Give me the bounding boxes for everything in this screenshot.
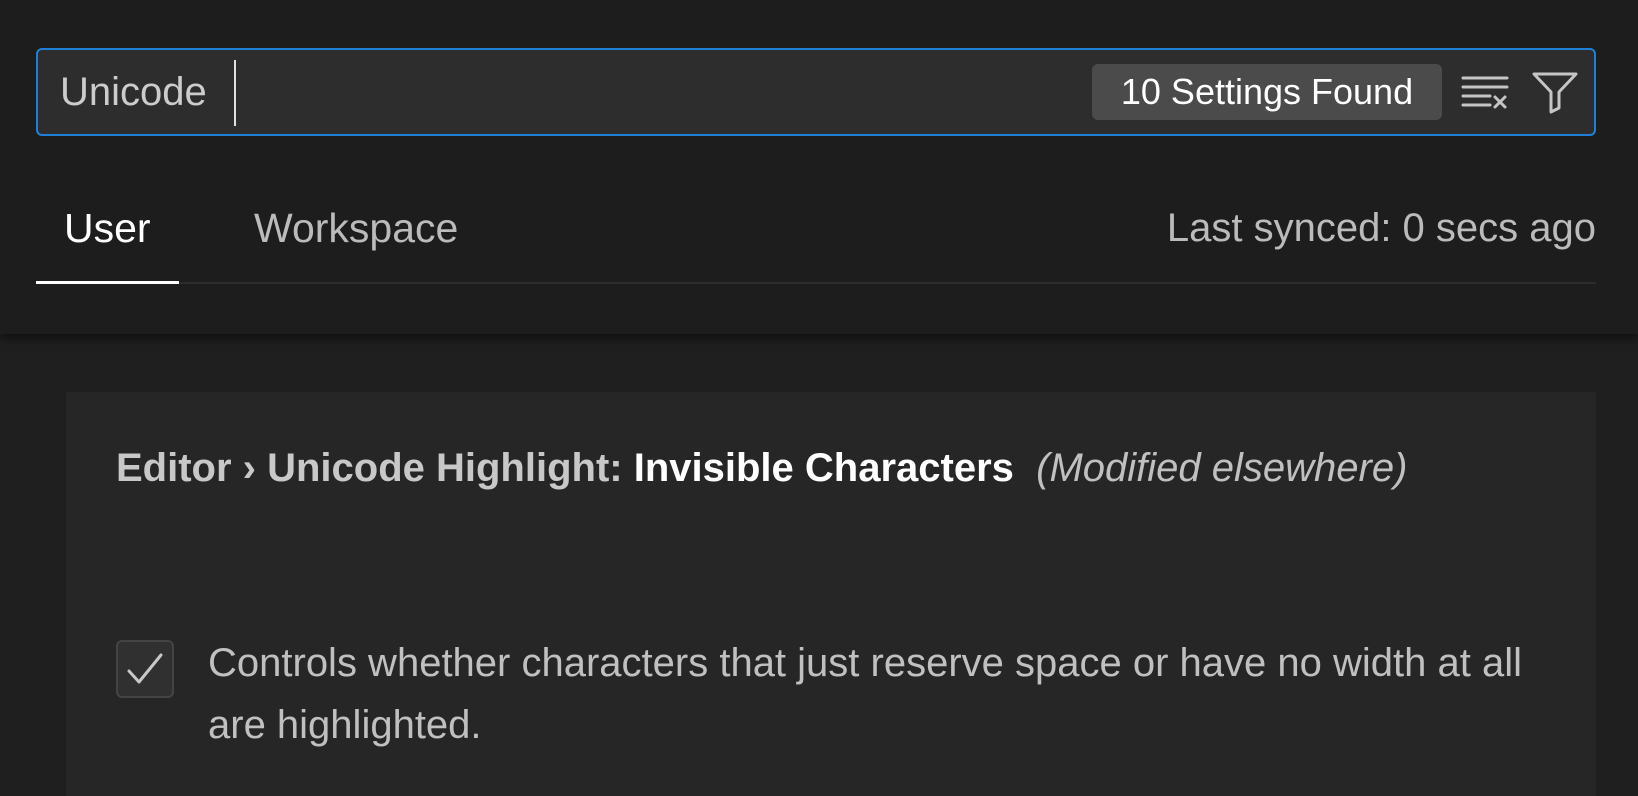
filter-button[interactable]	[1528, 68, 1582, 116]
sync-status: Last synced: 0 secs ago	[1166, 206, 1596, 250]
checkmark-icon	[127, 653, 163, 684]
search-box[interactable]: 10 Settings Found	[36, 48, 1596, 136]
filter-icon	[1532, 72, 1578, 114]
tab-user[interactable]: User	[36, 178, 179, 284]
results-count-badge: 10 Settings Found	[1092, 64, 1442, 120]
setting-category: Editor › Unicode Highlight:	[116, 446, 634, 490]
setting-item: Editor › Unicode Highlight: Invisible Ch…	[66, 392, 1596, 796]
settings-scope-tabs: User Workspace Last synced: 0 secs ago	[36, 178, 1596, 284]
clear-filter-button[interactable]	[1458, 68, 1512, 116]
setting-checkbox[interactable]	[116, 640, 174, 698]
modified-elsewhere-note[interactable]: (Modified elsewhere)	[1036, 446, 1407, 490]
setting-title: Editor › Unicode Highlight: Invisible Ch…	[116, 436, 1416, 500]
setting-name: Invisible Characters	[633, 446, 1014, 490]
clear-filter-icon	[1461, 76, 1509, 109]
tab-workspace[interactable]: Workspace	[226, 178, 486, 282]
settings-list: Editor › Unicode Highlight: Invisible Ch…	[0, 334, 1638, 796]
setting-description: Controls whether characters that just re…	[208, 641, 1522, 747]
settings-header: 10 Settings Found User Workspace Last sy	[0, 0, 1638, 334]
search-input[interactable]	[60, 50, 1060, 134]
text-caret	[234, 60, 236, 126]
